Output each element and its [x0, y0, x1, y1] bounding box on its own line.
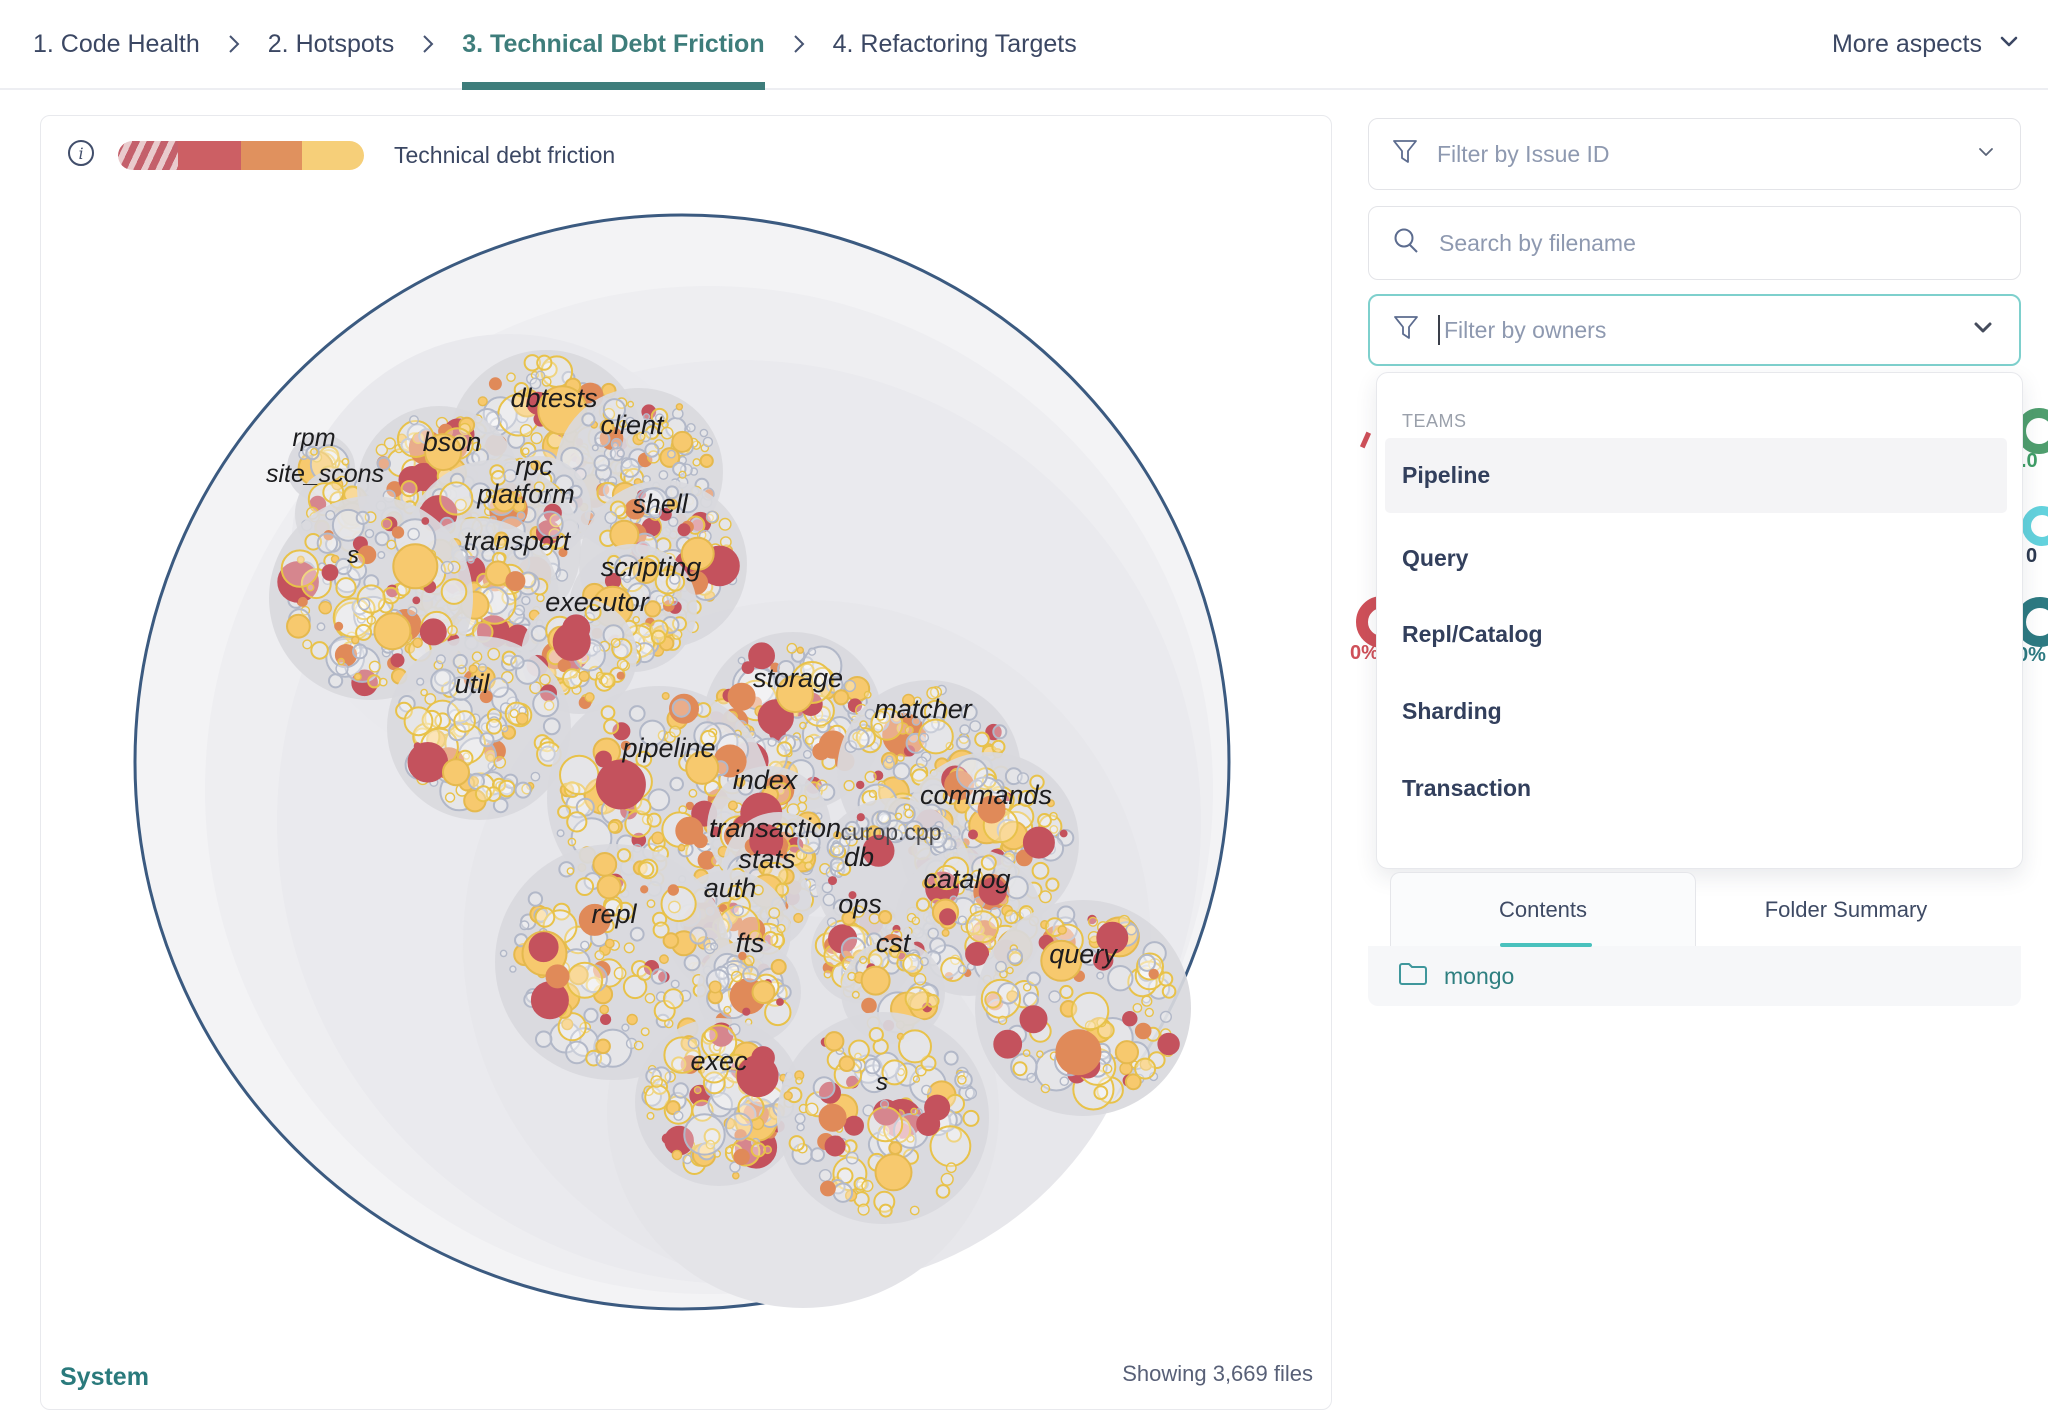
- technical-debt-panel: rpm site_scons dbtests bson client rpcplatfor…: [40, 115, 1332, 1410]
- friction-scale-legend: [118, 141, 364, 170]
- navy-gauge-value: 0: [2026, 545, 2037, 568]
- chevron-right-icon: [791, 31, 807, 57]
- owners-option-repl-catalog[interactable]: Repl/Catalog: [1385, 597, 2007, 672]
- cluster-label-transport: transport: [464, 526, 572, 556]
- tab-technical-debt-friction[interactable]: 3. Technical Debt Friction: [462, 30, 764, 59]
- cluster-label-cst: cst: [876, 928, 912, 958]
- cluster-exec[interactable]: [635, 1018, 803, 1186]
- cluster-label-repl: repl: [591, 899, 637, 929]
- svg-text:i: i: [78, 144, 83, 163]
- owners-dropdown-menu: TEAMS Pipeline Query Repl/Catalog Shardi…: [1376, 372, 2023, 869]
- cluster-label-matcher: matcher: [874, 694, 973, 724]
- cluster-s2[interactable]: [777, 1012, 989, 1224]
- funnel-icon: [1392, 313, 1420, 348]
- owners-option-sharding[interactable]: Sharding: [1385, 674, 2007, 749]
- cluster-label-ops: ops: [838, 889, 882, 919]
- files-count-label: Showing 3,669 files: [1122, 1361, 1313, 1387]
- breadcrumb: 1. Code Health 2. Hotspots 3. Technical …: [0, 0, 2048, 90]
- more-aspects-menu[interactable]: More aspects: [1832, 26, 2024, 63]
- cluster-label-pipeline: pipeline: [621, 733, 715, 763]
- filter-by-owners-field[interactable]: Filter by owners: [1368, 294, 2021, 366]
- legend-hatched-segment: [118, 141, 178, 170]
- cluster-label-s: s: [347, 542, 359, 569]
- search-icon: [1391, 226, 1421, 261]
- green-gauge-value: .0: [2021, 450, 2038, 473]
- text-caret: [1438, 315, 1440, 345]
- filter-issue-placeholder: Filter by Issue ID: [1437, 141, 1956, 168]
- red-gauge-value: 0%: [1350, 642, 1379, 665]
- chart-legend: i Technical debt friction: [66, 138, 615, 173]
- search-filename-field[interactable]: Search by filename: [1368, 206, 2021, 280]
- tab-folder-summary-label: Folder Summary: [1765, 897, 1928, 923]
- owners-option-pipeline[interactable]: Pipeline: [1385, 438, 2007, 513]
- tab-contents[interactable]: Contents: [1390, 872, 1696, 947]
- cluster-label-storage: storage: [753, 663, 843, 693]
- folder-name: mongo: [1444, 963, 1514, 990]
- cluster-label-site_scons: site_scons: [266, 460, 384, 488]
- filter-owners-placeholder: Filter by owners: [1444, 317, 1951, 344]
- legend-yellow-segment: [302, 141, 364, 170]
- tab-contents-label: Contents: [1499, 897, 1587, 923]
- tab-code-health[interactable]: 1. Code Health: [33, 30, 200, 59]
- tab-hotspots[interactable]: 2. Hotspots: [268, 30, 394, 59]
- cluster-label-auth: auth: [704, 873, 757, 903]
- cluster-label-fts: fts: [736, 928, 765, 958]
- cluster-label-client: client: [600, 410, 665, 440]
- cluster-label-query: query: [1049, 939, 1118, 969]
- funnel-icon: [1391, 137, 1419, 172]
- cluster-label-dbtests: dbtests: [510, 383, 597, 413]
- tab-folder-summary[interactable]: Folder Summary: [1696, 872, 1996, 947]
- owners-option-transaction[interactable]: Transaction: [1385, 751, 2007, 826]
- tech-debt-bubble-chart[interactable]: rpm site_scons dbtests bson client rpcplatfor…: [41, 116, 1332, 1410]
- cluster-label-rpm: rpm: [292, 424, 335, 452]
- filter-by-issue-field[interactable]: Filter by Issue ID: [1368, 118, 2021, 190]
- tab-refactoring-targets[interactable]: 4. Refactoring Targets: [833, 30, 1077, 59]
- legend-orange-segment: [241, 141, 302, 170]
- cluster-label-index: index: [733, 765, 799, 795]
- chevron-down-icon[interactable]: [1974, 140, 1998, 169]
- chevron-down-icon[interactable]: [1969, 314, 1997, 347]
- legend-label: Technical debt friction: [394, 142, 615, 169]
- cluster-label-transaction: transaction: [709, 813, 841, 843]
- cluster-label-catalog: catalog: [923, 864, 1010, 894]
- cluster-label-platform: platform: [476, 479, 575, 509]
- cluster-label-s2: s: [876, 1069, 888, 1096]
- cluster-label-util: util: [455, 669, 491, 699]
- cyan-gauge-fragment: [2022, 506, 2048, 546]
- info-icon[interactable]: i: [66, 138, 96, 173]
- folder-icon: [1398, 961, 1428, 992]
- chevron-right-icon: [226, 31, 242, 57]
- active-tab-indicator: [1500, 943, 1592, 947]
- cluster-label-executor: executor: [545, 587, 650, 617]
- chevron-down-icon: [1994, 26, 2024, 63]
- cluster-label-stats: stats: [738, 844, 795, 874]
- teams-group-header: TEAMS: [1402, 411, 1467, 432]
- cluster-label-shell: shell: [632, 489, 689, 519]
- cluster-query[interactable]: [975, 900, 1191, 1116]
- cluster-util[interactable]: [387, 636, 571, 820]
- cluster-label-bson: bson: [423, 427, 482, 457]
- more-aspects-label: More aspects: [1832, 30, 1982, 59]
- cluster-label-db: db: [844, 842, 874, 872]
- cluster-label-commands: commands: [920, 780, 1052, 810]
- cluster-label-exec: exec: [690, 1046, 748, 1076]
- system-root-link[interactable]: System: [60, 1363, 149, 1392]
- chevron-right-icon: [420, 31, 436, 57]
- hidden-score-fragment: [1360, 432, 1371, 449]
- owners-option-query[interactable]: Query: [1385, 521, 2007, 596]
- search-filename-placeholder: Search by filename: [1439, 230, 1998, 257]
- legend-red-segment: [178, 141, 241, 170]
- contents-folder-row[interactable]: mongo: [1368, 946, 2021, 1006]
- cluster-label-scripting: scripting: [601, 552, 702, 582]
- cluster-label-rpc: rpc: [515, 451, 553, 481]
